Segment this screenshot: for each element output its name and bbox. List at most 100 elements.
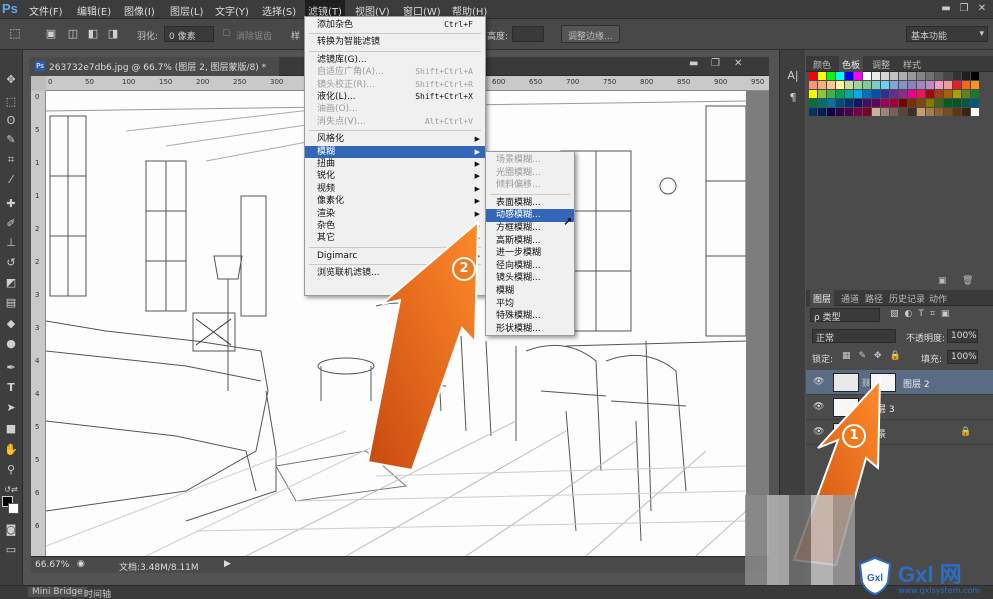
- color-swatch[interactable]: [818, 72, 826, 80]
- color-swatch[interactable]: [908, 108, 916, 116]
- color-swatch[interactable]: [962, 90, 970, 98]
- color-swatch[interactable]: [935, 99, 943, 107]
- color-swatch[interactable]: [917, 81, 925, 89]
- color-swatch[interactable]: [926, 81, 934, 89]
- color-swatch[interactable]: [809, 99, 817, 107]
- color-swatch[interactable]: [881, 99, 889, 107]
- character-panel-icon[interactable]: A|: [784, 68, 802, 84]
- blur-menu-item[interactable]: 高斯模糊...: [486, 235, 574, 248]
- color-swatch[interactable]: [845, 90, 853, 98]
- eyedropper-icon[interactable]: ⁄: [2, 172, 20, 188]
- doc-minimize-icon[interactable]: ▬: [689, 58, 698, 69]
- color-swatch[interactable]: [890, 81, 898, 89]
- hand-tool-icon[interactable]: ✋: [2, 442, 20, 458]
- color-swatch[interactable]: [971, 108, 979, 116]
- crop-tool-icon[interactable]: ⌗: [2, 152, 20, 168]
- color-swatch[interactable]: [809, 90, 817, 98]
- document-tab[interactable]: Ps 263732e7db6.jpg @ 66.7% (图层 2, 图层蒙版/8…: [29, 57, 279, 76]
- filter-menu-item[interactable]: 像素化 ▶: [305, 195, 485, 207]
- filter-menu-item[interactable]: 锐化 ▶: [305, 170, 485, 182]
- blur-menu-item[interactable]: 模糊: [486, 285, 574, 298]
- doc-restore-icon[interactable]: ❐: [711, 58, 720, 69]
- tab-mini-bridge[interactable]: Mini Bridge: [28, 587, 87, 597]
- color-swatch[interactable]: [926, 99, 934, 107]
- visibility-eye-icon[interactable]: 👁: [813, 402, 824, 412]
- color-swatch[interactable]: [890, 90, 898, 98]
- filter-menu-item[interactable]: 扭曲 ▶: [305, 158, 485, 170]
- color-swatch[interactable]: [854, 72, 862, 80]
- tab-layers[interactable]: 图层: [810, 290, 835, 306]
- color-swatch[interactable]: [827, 81, 835, 89]
- lasso-tool-icon[interactable]: ʘ: [2, 113, 20, 129]
- color-swatch[interactable]: [827, 90, 835, 98]
- filter-menu-item[interactable]: 杂色 ▶: [305, 220, 485, 232]
- tab-channels[interactable]: 通道: [838, 292, 862, 305]
- color-swatch[interactable]: [818, 108, 826, 116]
- color-swatch[interactable]: [953, 99, 961, 107]
- color-swatch[interactable]: [863, 108, 871, 116]
- color-swatch[interactable]: [818, 90, 826, 98]
- color-swatch[interactable]: [953, 90, 961, 98]
- status-info-icon[interactable]: ◉: [77, 559, 85, 569]
- move-tool-icon[interactable]: ✥: [2, 72, 20, 88]
- color-swatch[interactable]: [863, 72, 871, 80]
- color-swatch[interactable]: [899, 72, 907, 80]
- color-swatch[interactable]: [944, 90, 952, 98]
- layer-row[interactable]: 👁 背景 🔒: [806, 420, 993, 445]
- color-swatch[interactable]: [872, 99, 880, 107]
- close-icon[interactable]: ✕: [975, 3, 989, 14]
- new-selection-icon[interactable]: ▣: [42, 26, 60, 42]
- color-swatch[interactable]: [962, 108, 970, 116]
- add-selection-icon[interactable]: ◫: [64, 26, 82, 42]
- blur-menu-item[interactable]: 特殊模糊...: [486, 310, 574, 323]
- status-menu-arrow-icon[interactable]: ▶: [224, 559, 231, 569]
- blur-menu-item[interactable]: 表面模糊...: [486, 197, 574, 210]
- fill-input[interactable]: 100%: [947, 350, 978, 364]
- color-swatch[interactable]: [917, 72, 925, 80]
- color-swatch[interactable]: [881, 81, 889, 89]
- tab-color[interactable]: 颜色: [810, 58, 834, 71]
- color-swatch[interactable]: [809, 81, 817, 89]
- color-swatch[interactable]: [935, 108, 943, 116]
- filter-menu-item[interactable]: 视频 ▶: [305, 183, 485, 195]
- color-swatch[interactable]: [962, 81, 970, 89]
- workspace-select[interactable]: 基本功能 ▾: [906, 26, 988, 42]
- color-swatch[interactable]: [890, 99, 898, 107]
- color-swatch[interactable]: [818, 99, 826, 107]
- filter-menu-item[interactable]: 滤镜库(G)...: [305, 54, 485, 66]
- shape-tool-icon[interactable]: ■: [2, 421, 20, 437]
- color-swatch[interactable]: [890, 72, 898, 80]
- color-swatch[interactable]: [935, 90, 943, 98]
- color-swatch[interactable]: [836, 90, 844, 98]
- paragraph-panel-icon[interactable]: ¶: [784, 90, 802, 106]
- color-swatch[interactable]: [809, 108, 817, 116]
- color-swatch[interactable]: [836, 81, 844, 89]
- color-swatch[interactable]: [899, 108, 907, 116]
- color-swatch[interactable]: [971, 81, 979, 89]
- filter-menu-item[interactable]: 渲染 ▶: [305, 208, 485, 220]
- color-swatch[interactable]: [944, 72, 952, 80]
- color-swatch[interactable]: [872, 72, 880, 80]
- marquee-preset-icon[interactable]: ⬚: [6, 25, 24, 41]
- quick-select-icon[interactable]: ✎: [2, 132, 20, 148]
- color-swatch[interactable]: [836, 99, 844, 107]
- tab-paths[interactable]: 路径: [862, 292, 886, 305]
- color-swatch[interactable]: [863, 90, 871, 98]
- blend-mode-select[interactable]: 正常: [812, 329, 896, 344]
- blur-menu-item[interactable]: 形状模糊...: [486, 323, 574, 336]
- subtract-selection-icon[interactable]: ◧: [84, 26, 102, 42]
- color-swatch[interactable]: [953, 72, 961, 80]
- color-swatch[interactable]: [872, 81, 880, 89]
- visibility-eye-icon[interactable]: 👁: [813, 377, 824, 387]
- menu-image[interactable]: 图像(I): [124, 3, 155, 18]
- color-swatch[interactable]: [845, 72, 853, 80]
- color-swatch[interactable]: [908, 72, 916, 80]
- menu-type[interactable]: 文字(Y): [215, 3, 249, 18]
- tab-adjustments[interactable]: 调整: [869, 58, 893, 71]
- color-swatch[interactable]: [926, 108, 934, 116]
- layer-mask-thumbnail[interactable]: [870, 373, 896, 392]
- color-swatch[interactable]: [845, 108, 853, 116]
- path-select-icon[interactable]: ➤: [2, 400, 20, 416]
- zoom-level[interactable]: 66.67%: [35, 560, 69, 570]
- layer-filter-icons[interactable]: ▨◐T⌗▣: [890, 309, 955, 319]
